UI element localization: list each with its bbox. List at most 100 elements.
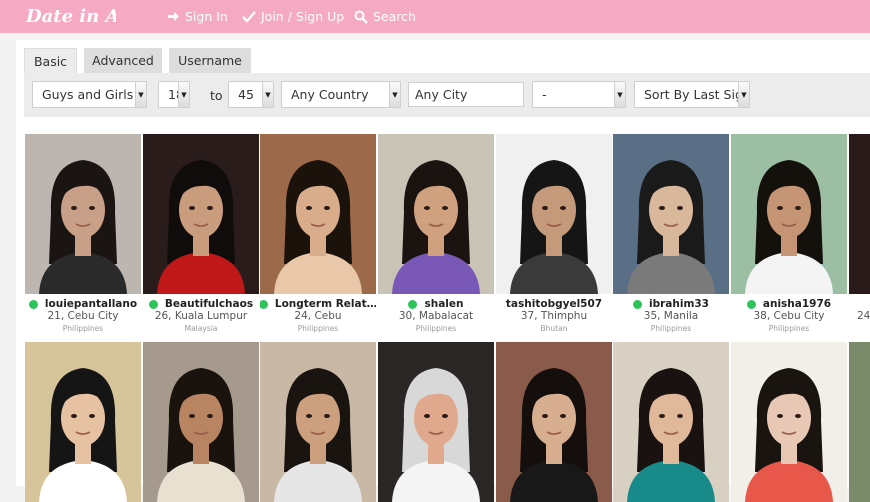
country-select[interactable]: Any Country ▼ [281, 81, 401, 108]
profile-username-text: Longterm Relat… [274, 298, 376, 310]
profile-username[interactable]: shalen [378, 297, 494, 311]
tab-basic[interactable]: Basic [24, 48, 77, 73]
profile-card[interactable] [731, 342, 847, 502]
profile-photo [25, 134, 141, 294]
age-range-to-label: to [210, 88, 223, 103]
profile-card-partial[interactable] [849, 342, 870, 502]
dropdown-arrow-icon: ▼ [178, 82, 189, 107]
profile-photo [849, 134, 870, 294]
sort-select[interactable]: Sort By Last Sig ▼ [634, 81, 750, 108]
profile-photo [25, 342, 141, 502]
profile-age-city: 24 [857, 310, 870, 322]
profile-card[interactable] [613, 342, 729, 502]
profile-username[interactable]: louiepantallano [25, 297, 141, 311]
profile-username-text: shalen [424, 298, 464, 310]
profile-username[interactable]: tashitobgyel507 [496, 297, 612, 311]
search-link[interactable]: Search [354, 0, 416, 33]
profile-photo [613, 342, 729, 502]
profile-card-partial[interactable]: 24 [849, 134, 870, 334]
profile-country: Philippines [62, 324, 104, 333]
profile-card[interactable]: louiepantallano 21, Cebu City Philippines [25, 134, 141, 334]
profile-photo [731, 342, 847, 502]
profile-photo [496, 342, 612, 502]
online-status-icon [260, 299, 268, 309]
profile-card[interactable] [260, 342, 376, 502]
age-max-select[interactable]: 45 ▼ [228, 81, 274, 108]
profile-card[interactable]: tashitobgyel507 37, Thimphu Bhutan [496, 134, 612, 334]
profile-country: Philippines [650, 324, 692, 333]
profile-country: Malaysia [184, 324, 218, 333]
online-status-icon [632, 299, 642, 309]
profile-card[interactable]: anisha1976 38, Cebu City Philippines [731, 134, 847, 334]
profile-age-city: 35, Manila [643, 310, 699, 322]
profile-photo [378, 134, 494, 294]
profile-card[interactable]: Longterm Relat… 24, Cebu Philippines [260, 134, 376, 334]
age-min-select[interactable]: 18 ▼ [158, 81, 190, 108]
age-max-value: 45 [238, 87, 254, 102]
online-status-icon [408, 299, 418, 309]
site-logo[interactable]: Date in Asia [24, 2, 116, 30]
extra-select[interactable]: - ▼ [532, 81, 626, 108]
tab-username-label: Username [178, 53, 242, 68]
tab-username[interactable]: Username [169, 48, 251, 73]
checkmark-icon [242, 10, 256, 24]
sort-select-value: Sort By Last Sig [644, 87, 743, 102]
online-status-icon [28, 299, 38, 309]
profile-country: Philippines [768, 324, 810, 333]
profile-card[interactable] [496, 342, 612, 502]
profile-country: Bhutan [540, 324, 568, 333]
dropdown-arrow-icon: ▼ [738, 82, 749, 107]
profile-age-city: 30, Mabalacat [398, 310, 474, 322]
profile-username[interactable]: anisha1976 [731, 297, 847, 311]
dropdown-arrow-icon: ▼ [389, 82, 400, 107]
join-sign-up-link[interactable]: Join / Sign Up [242, 0, 344, 33]
profile-card[interactable]: shalen 30, Mabalacat Philippines [378, 134, 494, 334]
sign-in-link[interactable]: Sign In [166, 0, 228, 33]
profile-username-text: Beautifulchaos [164, 298, 254, 310]
tab-advanced-label: Advanced [92, 53, 154, 68]
gender-select-value: Guys and Girls [42, 87, 134, 102]
profile-username-text: louiepantallano [44, 298, 138, 310]
profile-photo [260, 134, 376, 294]
tab-advanced[interactable]: Advanced [84, 48, 162, 73]
dropdown-arrow-icon: ▼ [262, 82, 273, 107]
logo-graphic: Date in Asia [25, 6, 116, 27]
profile-username-text: anisha1976 [762, 298, 832, 310]
dropdown-arrow-icon: ▼ [614, 82, 625, 107]
profile-card[interactable] [143, 342, 259, 502]
online-status-icon [148, 299, 158, 309]
search-icon [354, 10, 368, 24]
search-label: Search [373, 9, 416, 24]
profile-photo [496, 134, 612, 294]
sign-in-label: Sign In [185, 9, 228, 24]
profile-photo [143, 134, 259, 294]
profile-age-city: 21, Cebu City [47, 310, 119, 322]
tab-basic-label: Basic [33, 53, 68, 69]
profile-photo [613, 134, 729, 294]
profile-country: Philippines [297, 324, 339, 333]
profile-card[interactable]: Beautifulchaos 26, Kuala Lumpur Malaysia [143, 134, 259, 334]
top-navbar [0, 0, 870, 33]
profile-age-city: 38, Cebu City [753, 310, 825, 322]
online-status-icon [746, 299, 756, 309]
country-select-value: Any Country [291, 87, 369, 102]
profile-photo [849, 342, 870, 502]
profile-card[interactable] [378, 342, 494, 502]
profile-card[interactable] [25, 342, 141, 502]
profile-username[interactable]: Longterm Relat… [260, 297, 376, 311]
gender-select[interactable]: Guys and Girls ▼ [32, 81, 147, 108]
profile-age-city: 26, Kuala Lumpur [154, 310, 248, 322]
sign-in-icon [166, 10, 180, 24]
profile-photo [731, 134, 847, 294]
profile-username[interactable]: ibrahim33 [613, 297, 729, 311]
join-sign-up-label: Join / Sign Up [261, 9, 345, 24]
city-input[interactable]: Any City [408, 82, 524, 107]
logo-text: Date in Asia [25, 6, 116, 27]
profile-username-text: tashitobgyel507 [505, 298, 603, 310]
extra-select-value: - [542, 87, 547, 102]
profile-photo [260, 342, 376, 502]
profile-photo [143, 342, 259, 502]
profile-card[interactable]: ibrahim33 35, Manila Philippines [613, 134, 729, 334]
profile-username[interactable]: Beautifulchaos [143, 297, 259, 311]
profile-username-text: ibrahim33 [648, 298, 709, 310]
